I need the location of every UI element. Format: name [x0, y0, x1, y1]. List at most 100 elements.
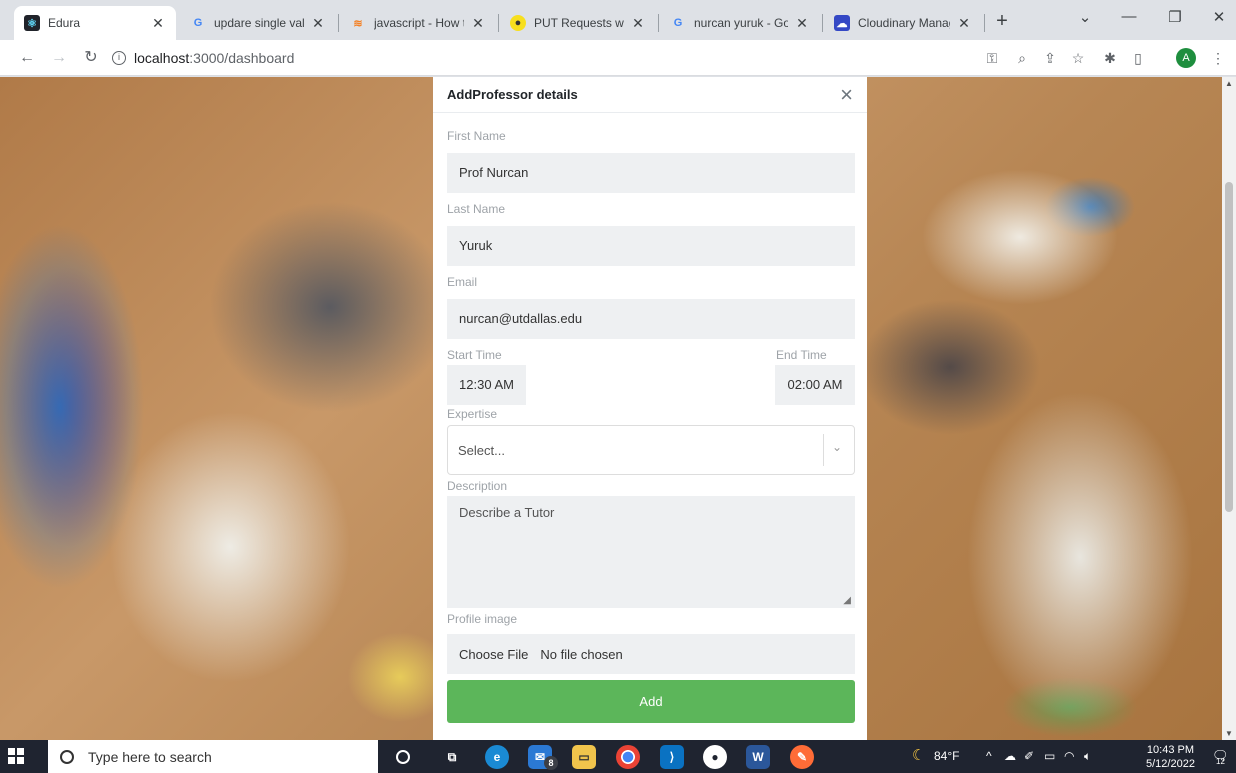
taskbar-clock[interactable]: 10:43 PM 5/12/2022: [1146, 743, 1195, 771]
google-favicon-icon: G: [673, 17, 683, 29]
expertise-select[interactable]: Select... ⌄: [447, 425, 855, 475]
cortana-icon[interactable]: [396, 750, 410, 764]
restore-icon[interactable]: ❐: [1160, 8, 1190, 26]
page-scrollbar[interactable]: ▲ ▼: [1222, 77, 1236, 740]
scroll-up-arrow-icon[interactable]: ▲: [1222, 79, 1236, 88]
description-label: Description: [447, 479, 508, 493]
start-time-label: Start Time: [447, 348, 502, 362]
end-time-label: End Time: [776, 348, 827, 362]
notification-count: 12: [1216, 757, 1225, 766]
search-icon: [60, 749, 74, 764]
task-view-icon[interactable]: ⧉: [440, 745, 464, 769]
postman-icon[interactable]: ✎: [790, 745, 814, 769]
windows-start-icon[interactable]: [8, 748, 24, 764]
google-favicon-icon: G: [193, 17, 203, 29]
add-professor-modal: AddProfessor details × First Name Prof N…: [433, 77, 867, 740]
browser-toolbar: ← → ↻ i localhost:3000/dashboard ⚿ ⌕ ⇪ ☆…: [0, 40, 1236, 76]
vscode-icon[interactable]: ⟩: [660, 745, 684, 769]
wifi-icon[interactable]: ◠: [1064, 749, 1074, 763]
volume-icon[interactable]: 🔈︎: [1084, 749, 1091, 764]
side-panel-icon[interactable]: ▯: [1128, 48, 1148, 68]
site-info-icon[interactable]: i: [112, 51, 126, 65]
no-file-chosen-text: No file chosen: [540, 646, 623, 662]
tab-cloudinary[interactable]: ☁ Cloudinary Manage ✕: [824, 6, 982, 40]
react-favicon-icon: ⚛: [24, 15, 40, 31]
tab-title: Cloudinary Manage: [858, 16, 950, 30]
choose-file-button[interactable]: Choose File: [459, 647, 528, 662]
bookmark-star-icon[interactable]: ☆: [1068, 48, 1088, 68]
close-icon[interactable]: ✕: [470, 15, 486, 32]
add-button[interactable]: Add: [447, 680, 855, 723]
modal-title: AddProfessor details: [447, 87, 578, 102]
description-textarea[interactable]: Describe a Tutor ◢: [447, 496, 855, 608]
close-icon[interactable]: ✕: [630, 15, 646, 32]
tab-title: Edura: [48, 16, 81, 30]
tab-stackoverflow[interactable]: ≋ javascript - How to ✕: [340, 6, 496, 40]
close-icon[interactable]: ✕: [150, 15, 166, 32]
chrome-icon[interactable]: [616, 745, 640, 769]
kebab-menu-icon[interactable]: ⋮: [1208, 48, 1228, 68]
edge-icon[interactable]: e: [485, 745, 509, 769]
windows-taskbar: Type here to search ⧉ e ✉ 8 ▭ ⟩ ● W ✎ ☾ …: [0, 740, 1236, 773]
reload-icon[interactable]: ↻: [80, 47, 102, 69]
tab-google-search[interactable]: G updare single value ✕: [180, 6, 336, 40]
close-icon[interactable]: ✕: [310, 15, 326, 32]
tab-google-nurcan[interactable]: G nurcan yuruk - Goo ✕: [660, 6, 820, 40]
tab-title: nurcan yuruk - Goo: [694, 16, 788, 30]
new-tab-plus-icon[interactable]: +: [990, 10, 1014, 34]
end-time-input[interactable]: 02:00 AM: [775, 365, 855, 405]
taskbar-search-box[interactable]: Type here to search: [48, 740, 378, 773]
cloudinary-favicon-icon: ☁: [834, 15, 850, 31]
close-icon[interactable]: ✕: [794, 15, 810, 32]
js-favicon-icon: ●: [510, 15, 526, 31]
taskbar-search-placeholder: Type here to search: [88, 748, 212, 765]
modal-header: AddProfessor details ×: [433, 77, 867, 113]
select-divider: [823, 434, 824, 466]
forward-arrow-icon[interactable]: →: [48, 47, 70, 69]
tab-divider: [822, 14, 823, 32]
file-explorer-icon[interactable]: ▭: [572, 745, 596, 769]
close-icon[interactable]: ×: [840, 83, 853, 105]
pen-icon[interactable]: ✐: [1024, 749, 1034, 763]
profile-avatar[interactable]: A: [1176, 48, 1196, 68]
profile-image-file-input[interactable]: Choose File No file chosen: [447, 634, 855, 674]
tab-put-requests[interactable]: ● PUT Requests with ✕: [500, 6, 656, 40]
description-placeholder: Describe a Tutor: [459, 505, 555, 520]
start-time-input[interactable]: 12:30 AM: [447, 365, 526, 405]
close-icon[interactable]: ✕: [956, 15, 972, 32]
first-name-label: First Name: [447, 129, 506, 143]
mail-badge: 8: [544, 756, 558, 770]
back-arrow-icon[interactable]: ←: [16, 47, 38, 69]
tab-divider: [658, 14, 659, 32]
cloud-icon[interactable]: ☁: [1004, 749, 1016, 763]
key-icon[interactable]: ⚿: [982, 48, 1002, 68]
first-name-input[interactable]: Prof Nurcan: [447, 153, 855, 193]
word-icon[interactable]: W: [746, 745, 770, 769]
url-path: :3000/dashboard: [189, 50, 295, 66]
battery-icon[interactable]: ▭: [1044, 749, 1055, 763]
url-host: localhost: [134, 50, 190, 66]
app-circle-icon[interactable]: ●: [703, 745, 727, 769]
minimize-icon[interactable]: —: [1114, 8, 1144, 25]
tab-divider: [498, 14, 499, 32]
last-name-label: Last Name: [447, 202, 506, 216]
window-close-icon[interactable]: ✕: [1204, 8, 1234, 26]
tab-edura[interactable]: ⚛ Edura ✕: [14, 6, 176, 40]
chevron-down-icon[interactable]: ⌄: [832, 440, 842, 454]
scroll-down-arrow-icon[interactable]: ▼: [1222, 729, 1236, 738]
zoom-icon[interactable]: ⌕: [1012, 48, 1032, 68]
share-icon[interactable]: ⇪: [1040, 48, 1060, 68]
tab-search-chevron-icon[interactable]: ⌄: [1070, 8, 1100, 26]
address-bar[interactable]: i localhost:3000/dashboard: [112, 45, 972, 71]
browser-tab-strip: ⚛ Edura ✕ G updare single value ✕ ≋ java…: [0, 0, 1236, 40]
extensions-icon[interactable]: ✱: [1100, 48, 1120, 68]
temperature-text[interactable]: 84°F: [934, 749, 959, 763]
last-name-input[interactable]: Yuruk: [447, 226, 855, 266]
email-input[interactable]: nurcan@utdallas.edu: [447, 299, 855, 339]
profile-image-label: Profile image: [447, 612, 518, 626]
scrollbar-thumb[interactable]: [1225, 182, 1233, 512]
expertise-label: Expertise: [447, 407, 498, 421]
resize-grip-icon[interactable]: ◢: [843, 595, 851, 606]
weather-moon-icon[interactable]: ☾: [912, 746, 925, 764]
chevron-up-icon[interactable]: ^: [986, 749, 992, 763]
